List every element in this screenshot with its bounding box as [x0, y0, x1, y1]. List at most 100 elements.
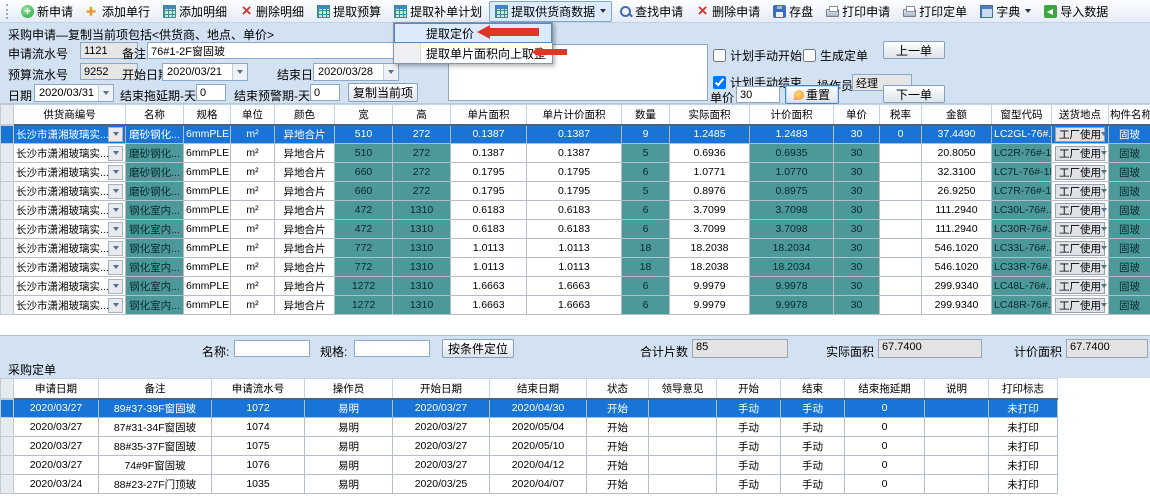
- plan-manual-start-checkbox[interactable]: 计划手动开始: [713, 47, 802, 64]
- table-cell[interactable]: 1.6663: [527, 296, 622, 315]
- row-selector[interactable]: [1, 258, 14, 277]
- table-cell[interactable]: 1.0113: [527, 239, 622, 258]
- row-selector[interactable]: [1, 456, 14, 475]
- table-cell[interactable]: 2020/03/27: [393, 437, 490, 456]
- start-date-combo[interactable]: 2020/03/21: [162, 63, 248, 81]
- table-cell[interactable]: 87#31-34F窗固玻: [99, 418, 212, 437]
- next-order-button[interactable]: 下一单: [883, 85, 945, 103]
- table-cell[interactable]: 工厂使用: [1052, 239, 1109, 258]
- table-cell[interactable]: 1.6663: [451, 277, 527, 296]
- table-cell[interactable]: [649, 399, 717, 418]
- table-row[interactable]: 2020/03/2774#9F窗固玻1076易明2020/03/272020/0…: [1, 456, 1058, 475]
- table-cell[interactable]: 0.1387: [451, 125, 527, 144]
- table-cell[interactable]: 手动: [781, 475, 845, 494]
- table-cell[interactable]: 6mmPLE...: [184, 125, 231, 144]
- toolbar-button-delete-request[interactable]: 删除申请: [690, 1, 766, 22]
- toolbar-button-find-request[interactable]: 查找申请: [613, 1, 689, 22]
- table-cell[interactable]: 0.8975: [750, 182, 834, 201]
- column-header[interactable]: 打印标志: [989, 379, 1058, 399]
- table-cell[interactable]: 660: [335, 163, 393, 182]
- table-cell[interactable]: LC7L-76#-1F0: [992, 163, 1052, 182]
- row-selector[interactable]: [1, 163, 14, 182]
- chevron-down-icon[interactable]: [1101, 284, 1107, 288]
- toolbar-button-print-order[interactable]: 打印定单: [897, 1, 973, 22]
- filter-name-input[interactable]: [234, 340, 310, 357]
- table-cell[interactable]: 30: [834, 125, 880, 144]
- table-cell[interactable]: [880, 220, 922, 239]
- chevron-down-icon[interactable]: [108, 241, 123, 256]
- table-cell[interactable]: 9.9979: [670, 296, 750, 315]
- table-cell[interactable]: 未打印: [989, 418, 1058, 437]
- table-cell[interactable]: 3.7099: [670, 201, 750, 220]
- table-cell[interactable]: 6mmPLE...: [184, 220, 231, 239]
- column-header[interactable]: 说明: [925, 379, 989, 399]
- table-cell[interactable]: 异地合片: [275, 258, 335, 277]
- table-cell[interactable]: 18: [622, 258, 670, 277]
- table-cell[interactable]: 18.2034: [750, 258, 834, 277]
- table-cell[interactable]: m²: [231, 163, 275, 182]
- table-cell[interactable]: 手动: [717, 437, 781, 456]
- chevron-down-icon[interactable]: [1101, 246, 1107, 250]
- table-cell[interactable]: 30: [834, 144, 880, 163]
- table-cell[interactable]: 9: [622, 125, 670, 144]
- table-cell[interactable]: 6: [622, 201, 670, 220]
- table-cell[interactable]: 30: [834, 258, 880, 277]
- table-cell[interactable]: 546.1020: [922, 239, 992, 258]
- table-cell[interactable]: [880, 296, 922, 315]
- table-cell[interactable]: 手动: [781, 437, 845, 456]
- table-cell[interactable]: 0.1795: [451, 182, 527, 201]
- table-cell[interactable]: 开始: [587, 475, 649, 494]
- table-cell[interactable]: 1310: [393, 258, 451, 277]
- table-cell[interactable]: m²: [231, 296, 275, 315]
- chevron-down-icon[interactable]: [1101, 132, 1107, 136]
- column-header[interactable]: 单价: [834, 105, 880, 125]
- table-cell[interactable]: 手动: [717, 475, 781, 494]
- table-cell[interactable]: 2020/03/27: [393, 456, 490, 475]
- column-header[interactable]: 窗型代码: [992, 105, 1052, 125]
- table-row[interactable]: 长沙市潇湘玻璃实...磨砂钢化...6mmPLE...m²异地合片6602720…: [1, 182, 1150, 201]
- table-cell[interactable]: m²: [231, 239, 275, 258]
- row-selector[interactable]: [1, 182, 14, 201]
- column-header[interactable]: 申请日期: [14, 379, 99, 399]
- table-cell[interactable]: 工厂使用: [1052, 277, 1109, 296]
- table-cell[interactable]: LC2GL-76#...: [992, 125, 1052, 144]
- table-cell[interactable]: 2020/03/27: [393, 399, 490, 418]
- table-cell[interactable]: 299.9340: [922, 277, 992, 296]
- table-cell[interactable]: 0.1795: [527, 182, 622, 201]
- table-cell[interactable]: 固玻: [1109, 277, 1150, 296]
- table-cell[interactable]: 异地合片: [275, 201, 335, 220]
- table-cell[interactable]: 5: [622, 144, 670, 163]
- toolbar-button-delete-detail[interactable]: 删除明细: [234, 1, 310, 22]
- table-cell[interactable]: m²: [231, 258, 275, 277]
- chevron-down-icon[interactable]: [108, 146, 123, 161]
- column-header[interactable]: 名称: [126, 105, 184, 125]
- column-header[interactable]: 备注: [99, 379, 212, 399]
- column-header[interactable]: 状态: [587, 379, 649, 399]
- column-header[interactable]: 领导意见: [649, 379, 717, 399]
- table-cell[interactable]: 2020/03/27: [14, 418, 99, 437]
- table-cell[interactable]: 0: [845, 456, 925, 475]
- table-row[interactable]: 2020/03/2488#23-27F门顶玻1035易明2020/03/2520…: [1, 475, 1058, 494]
- table-cell[interactable]: 0.6183: [527, 220, 622, 239]
- table-cell[interactable]: LC30L-76#...: [992, 201, 1052, 220]
- table-cell[interactable]: 异地合片: [275, 125, 335, 144]
- table-cell[interactable]: 磨砂钢化...: [126, 144, 184, 163]
- table-cell[interactable]: 772: [335, 239, 393, 258]
- table-cell[interactable]: 钢化室内...: [126, 220, 184, 239]
- prev-order-button[interactable]: 上一单: [883, 41, 945, 59]
- table-cell[interactable]: 30: [834, 220, 880, 239]
- table-cell[interactable]: 异地合片: [275, 239, 335, 258]
- table-cell[interactable]: 手动: [717, 399, 781, 418]
- table-cell[interactable]: 0.1795: [451, 163, 527, 182]
- column-header[interactable]: 结束日期: [490, 379, 587, 399]
- table-cell[interactable]: 88#23-27F门顶玻: [99, 475, 212, 494]
- table-cell[interactable]: 未打印: [989, 456, 1058, 475]
- table-cell[interactable]: 1310: [393, 277, 451, 296]
- table-cell[interactable]: 0.8976: [670, 182, 750, 201]
- table-cell[interactable]: 1074: [212, 418, 305, 437]
- table-cell[interactable]: 1.0770: [750, 163, 834, 182]
- table-cell[interactable]: 1.0113: [451, 239, 527, 258]
- table-cell[interactable]: [880, 258, 922, 277]
- end-delay-input[interactable]: [196, 84, 226, 101]
- table-cell[interactable]: 9.9979: [670, 277, 750, 296]
